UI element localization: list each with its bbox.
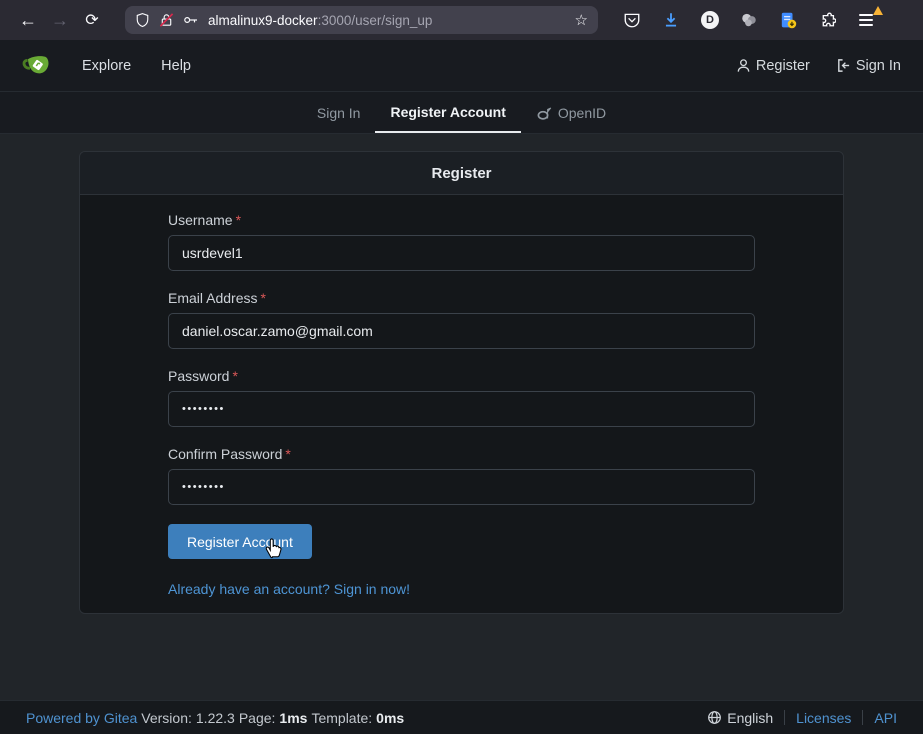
sign-in-icon [836,58,851,73]
back-button[interactable]: ← [12,5,44,35]
page-time: 1ms [279,710,307,726]
register-account-button[interactable]: Register Account [168,524,312,559]
key-icon[interactable] [183,12,199,28]
url-path: :3000/user/sign_up [318,13,433,28]
page-content: Register Username* Email Address* Passwo… [0,134,923,700]
puzzle-icon[interactable] [817,10,837,30]
bookmark-star-icon[interactable]: ☆ [575,11,588,29]
globe-icon [707,710,722,725]
gitea-navbar: Explore Help Register Sign In [0,40,923,92]
update-badge-icon [873,6,883,15]
menu-icon[interactable] [856,10,876,30]
nav-register[interactable]: Register [736,58,810,74]
duckduckgo-icon[interactable]: D [700,10,720,30]
template-time: 0ms [376,710,404,726]
language-selector[interactable]: English [707,710,773,726]
confirm-password-label: Confirm Password* [168,446,755,462]
nav-help[interactable]: Help [161,58,191,74]
signin-now-link[interactable]: Already have an account? Sign in now! [168,581,410,597]
divider [784,710,785,725]
pocket-icon[interactable] [622,10,642,30]
nav-explore[interactable]: Explore [82,58,131,74]
required-mark: * [285,446,290,462]
toolbar-extensions: D [622,10,876,30]
tab-sign-in[interactable]: Sign In [302,92,376,133]
username-field-group: Username* [168,212,755,271]
confirm-password-field-group: Confirm Password* [168,446,755,505]
divider [862,710,863,725]
api-link[interactable]: API [874,710,897,726]
password-field-group: Password* [168,368,755,427]
required-mark: * [236,212,241,228]
licenses-link[interactable]: Licenses [796,710,851,726]
url-host: almalinux9-docker [208,13,318,28]
download-icon[interactable] [661,10,681,30]
forward-button[interactable]: → [44,5,76,35]
nav-auth-links: Register Sign In [736,58,901,74]
required-mark: * [232,368,237,384]
page-footer: Powered by GiteaVersion:1.22.3Page:1msTe… [0,700,923,734]
confirm-password-input[interactable] [168,469,755,505]
email-input[interactable] [168,313,755,349]
person-icon [736,58,751,73]
nav-signin[interactable]: Sign In [836,58,901,74]
footer-meta: Powered by GiteaVersion:1.22.3Page:1msTe… [26,710,408,726]
register-card: Register Username* Email Address* Passwo… [79,151,844,614]
translate-doc-icon[interactable] [778,10,798,30]
email-label: Email Address* [168,290,755,306]
url-bar[interactable]: almalinux9-docker:3000/user/sign_up ☆ [125,6,598,34]
register-form: Username* Email Address* Password* Confi… [80,195,843,613]
password-label: Password* [168,368,755,384]
tab-register-account[interactable]: Register Account [375,92,520,133]
extension-circles-icon[interactable] [739,10,759,30]
powered-by-gitea-link[interactable]: Powered by Gitea [26,710,137,726]
shield-icon[interactable] [135,12,150,28]
tab-openid[interactable]: OpenID [521,92,621,133]
gitea-logo[interactable] [22,51,52,81]
openid-icon [536,105,552,121]
email-field-group: Email Address* [168,290,755,349]
card-title: Register [80,152,843,195]
password-input[interactable] [168,391,755,427]
required-mark: * [260,290,265,306]
reload-button[interactable]: ⟳ [76,5,108,35]
version-value: 1.22.3 [196,710,235,726]
footer-links: English Licenses API [707,710,897,726]
username-label: Username* [168,212,755,228]
browser-toolbar: ← → ⟳ almalinux9-docker:3000/user/sign_u… [0,0,923,40]
auth-tabbar: Sign In Register Account OpenID [0,92,923,134]
lock-slash-icon[interactable] [159,12,174,28]
username-input[interactable] [168,235,755,271]
